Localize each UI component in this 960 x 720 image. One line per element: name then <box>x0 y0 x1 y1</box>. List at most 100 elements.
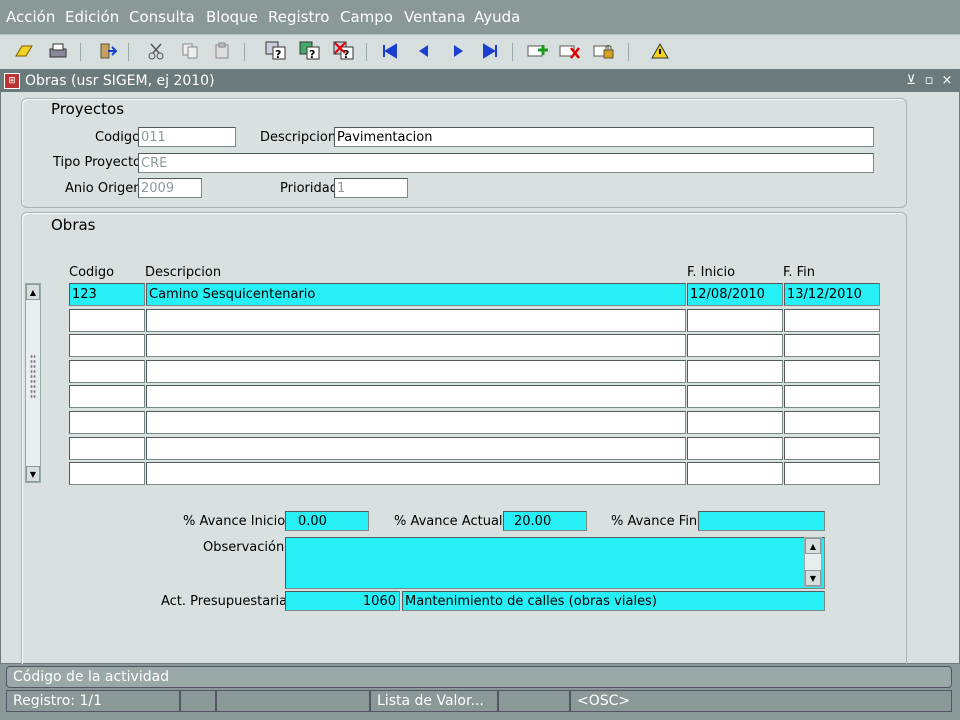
obra-inicio-cell[interactable] <box>687 334 783 358</box>
copy-icon[interactable] <box>178 40 202 62</box>
obra-codigo-cell[interactable] <box>69 334 145 358</box>
cut-icon[interactable] <box>144 40 168 62</box>
anio-origen-field[interactable]: 2009 <box>138 178 202 198</box>
obra-descripcion-cell[interactable] <box>146 334 686 358</box>
scroll-up-icon[interactable]: ▲ <box>26 284 40 300</box>
obra-fin-cell[interactable] <box>784 334 880 358</box>
cancel-query-icon[interactable]: ? <box>332 40 356 62</box>
help-icon[interactable] <box>648 40 672 62</box>
toolbar-separator <box>80 43 81 61</box>
obra-inicio-cell[interactable] <box>687 359 783 383</box>
obra-inicio-cell[interactable] <box>687 411 783 434</box>
last-record-icon[interactable] <box>478 40 502 62</box>
status-cell-empty <box>498 690 570 712</box>
close-icon[interactable]: × <box>939 72 955 88</box>
obra-descripcion-cell[interactable]: Camino Sesquicentenario <box>146 283 686 306</box>
obra-fin-cell[interactable] <box>784 308 880 332</box>
obras-scrollbar[interactable]: ▲ ▼ <box>25 283 41 483</box>
obra-descripcion-cell[interactable] <box>146 411 686 434</box>
save-icon[interactable] <box>12 40 36 62</box>
obra-codigo-cell[interactable] <box>69 359 145 383</box>
status-registro: Registro: 1/1 <box>6 690 180 712</box>
lock-record-icon[interactable] <box>592 40 616 62</box>
restore-icon[interactable]: ▫ <box>921 72 937 88</box>
insert-record-icon[interactable] <box>526 40 550 62</box>
next-record-icon[interactable] <box>446 40 470 62</box>
col-header-codigo: Codigo <box>69 265 115 280</box>
avance-actual-label: % Avance Actual <box>394 514 503 529</box>
obra-inicio-cell[interactable] <box>687 308 783 332</box>
col-header-descripcion: Descripcion <box>145 265 222 280</box>
obra-fin-cell[interactable] <box>784 411 880 434</box>
toolbar-separator <box>128 43 129 61</box>
menu-edicion[interactable]: Edición <box>65 8 119 26</box>
menu-consulta[interactable]: Consulta <box>129 8 195 26</box>
obra-codigo-cell[interactable] <box>69 462 145 486</box>
obra-inicio-cell[interactable] <box>687 385 783 409</box>
tipo-proyecto-field[interactable]: CRE <box>138 153 874 173</box>
menu-ayuda[interactable]: Ayuda <box>474 8 520 26</box>
obra-fin-cell[interactable] <box>784 359 880 383</box>
act-presupuestaria-label: Act. Presupuestaria <box>161 594 288 609</box>
avance-inicio-label: % Avance Inicio <box>183 514 286 529</box>
obra-descripcion-cell[interactable] <box>146 359 686 383</box>
menu-accion[interactable]: Acción <box>6 8 55 26</box>
window-titlebar: ⊞ Obras (usr SIGEM, ej 2010) ⊻ ▫ × <box>1 70 959 92</box>
obra-codigo-cell[interactable] <box>69 385 145 409</box>
obra-fin-cell[interactable] <box>784 385 880 409</box>
obra-fin-cell[interactable] <box>784 436 880 460</box>
menu-campo[interactable]: Campo <box>340 8 393 26</box>
obra-descripcion-cell[interactable] <box>146 385 686 409</box>
act-presupuestaria-desc-field[interactable]: Mantenimiento de calles (obras viales) <box>402 591 825 611</box>
observacion-scrollbar[interactable]: ▲ ▼ <box>804 537 822 587</box>
status-cell-empty <box>180 690 216 712</box>
toolbar-separator <box>512 43 513 61</box>
minimize-icon[interactable]: ⊻ <box>903 72 919 88</box>
obra-inicio-cell[interactable] <box>687 436 783 460</box>
avance-fin-field[interactable] <box>698 511 825 531</box>
print-icon[interactable] <box>46 40 70 62</box>
scroll-grip[interactable] <box>30 354 36 398</box>
obra-codigo-cell[interactable] <box>69 411 145 434</box>
scroll-up-icon[interactable]: ▲ <box>805 538 821 554</box>
obra-descripcion-cell[interactable] <box>146 308 686 332</box>
execute-query-icon[interactable]: ? <box>298 40 322 62</box>
prioridad-field[interactable]: 1 <box>334 178 408 198</box>
scroll-down-icon[interactable]: ▼ <box>805 570 821 586</box>
obra-descripcion-cell[interactable] <box>146 436 686 460</box>
menu-ventana[interactable]: Ventana <box>404 8 466 26</box>
status-osc: <OSC> <box>570 690 952 712</box>
delete-record-icon[interactable] <box>558 40 582 62</box>
obra-codigo-cell[interactable] <box>69 308 145 332</box>
obra-inicio-cell[interactable]: 12/08/2010 <box>687 283 783 306</box>
act-presupuestaria-code-field[interactable]: 1060 <box>285 591 400 611</box>
menu-registro[interactable]: Registro <box>268 8 329 26</box>
previous-record-icon[interactable] <box>412 40 436 62</box>
avance-inicio-field[interactable]: 0.00 <box>285 511 369 531</box>
observacion-field[interactable] <box>285 537 825 589</box>
window-app-icon: ⊞ <box>4 73 20 89</box>
scroll-down-icon[interactable]: ▼ <box>26 466 40 482</box>
obra-fin-cell[interactable]: 13/12/2010 <box>784 283 880 306</box>
paste-icon[interactable] <box>210 40 234 62</box>
codigo-field[interactable]: 011 <box>138 127 236 147</box>
obra-fin-cell[interactable] <box>784 462 880 486</box>
menu-bloque[interactable]: Bloque <box>206 8 258 26</box>
status-message: Código de la actividad <box>6 666 952 688</box>
svg-text:?: ? <box>275 48 281 61</box>
obra-inicio-cell[interactable] <box>687 462 783 486</box>
avance-actual-field[interactable]: 20.00 <box>503 511 587 531</box>
obra-codigo-cell[interactable]: 123 <box>69 283 145 306</box>
obra-descripcion-cell[interactable] <box>146 462 686 486</box>
prioridad-label: Prioridad <box>280 181 338 196</box>
obras-window: ⊞ Obras (usr SIGEM, ej 2010) ⊻ ▫ × Proye… <box>0 69 960 674</box>
exit-icon[interactable] <box>96 40 120 62</box>
toolbar-separator <box>366 43 367 61</box>
enter-query-icon[interactable]: ? <box>264 40 288 62</box>
svg-text:?: ? <box>309 48 315 61</box>
first-record-icon[interactable] <box>378 40 402 62</box>
descripcion-field[interactable]: Pavimentacion <box>334 127 874 147</box>
obra-codigo-cell[interactable] <box>69 436 145 460</box>
svg-text:?: ? <box>343 48 349 61</box>
anio-origen-label: Anio Origen <box>65 181 142 196</box>
